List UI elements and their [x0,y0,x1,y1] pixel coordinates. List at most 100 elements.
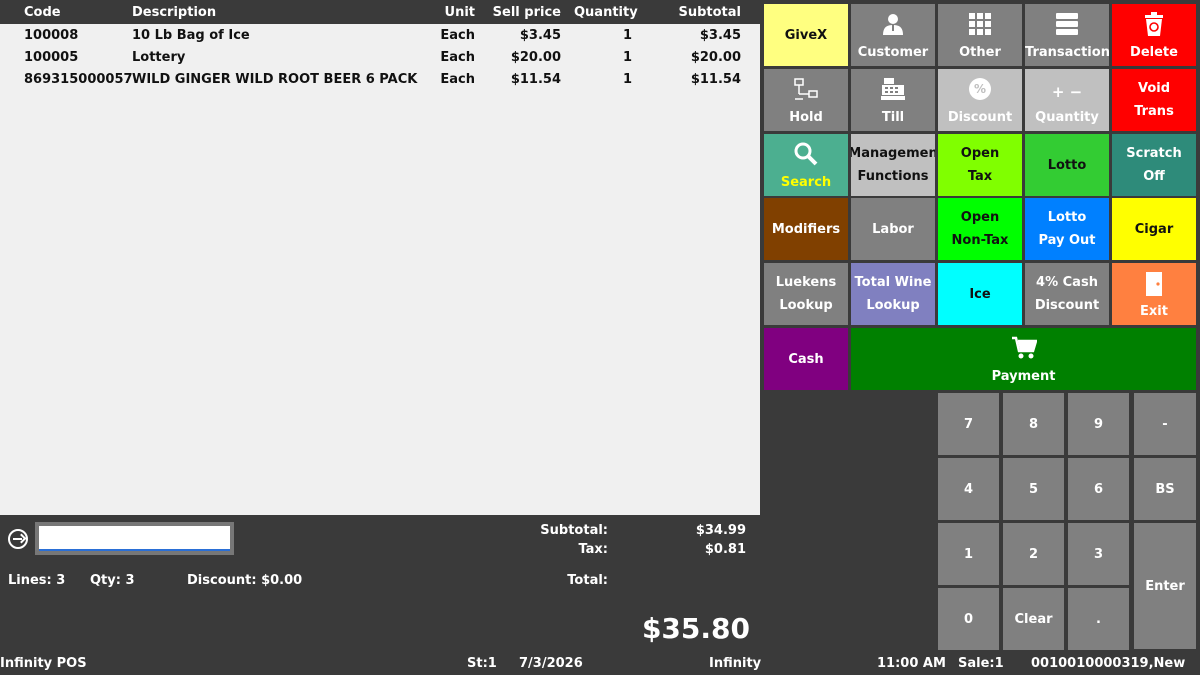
keypad-clear-button[interactable]: Clear [1003,588,1064,650]
item-grid[interactable]: 100008 10 Lb Bag of Ice Each $3.45 1 $3.… [0,24,760,515]
keypad-5-button[interactable]: 5 [1003,458,1064,520]
keypad-4-button[interactable]: 4 [938,458,999,520]
keypad-3-button[interactable]: 3 [1068,523,1129,585]
tax-value: $0.81 [704,542,746,557]
network-icon [764,77,848,101]
keypad-8-button[interactable]: 8 [1003,393,1064,455]
discount-button[interactable]: % Discount [938,69,1022,131]
svg-text:%: % [974,82,986,96]
column-header-code[interactable]: Code [24,5,61,20]
givex-label: GiveX [784,27,828,43]
payment-button[interactable]: Payment [851,328,1196,390]
table-row[interactable]: 100005 Lottery Each $20.00 1 $20.00 [0,47,760,69]
keypad-4-label: 4 [963,481,974,497]
lotto-payout-label-1: Lotto [1047,210,1087,225]
open-tax-button[interactable]: Open Tax [938,134,1022,196]
labor-button[interactable]: Labor [851,198,935,260]
keypad-backspace-button[interactable]: BS [1134,458,1196,520]
keypad-1-button[interactable]: 1 [938,523,999,585]
till-button[interactable]: Till [851,69,935,131]
keypad-enter-button[interactable]: Enter [1134,523,1196,649]
column-header-subtotal[interactable]: Subtotal [650,5,741,20]
void-trans-button[interactable]: Void Trans [1112,69,1196,131]
lotto-button[interactable]: Lotto [1025,134,1109,196]
keypad-0-label: 0 [963,611,974,627]
hold-label: Hold [789,110,823,125]
cash-discount-label-2: Discount [1034,298,1100,313]
column-header-sell-price[interactable]: Sell price [486,5,561,20]
table-row[interactable]: 100008 10 Lb Bag of Ice Each $3.45 1 $3.… [0,25,760,47]
total-wine-lookup-button[interactable]: Total Wine Lookup [851,263,935,325]
subtotal-value: $34.99 [695,523,746,538]
modifiers-label: Modifiers [771,221,841,237]
open-tax-label-2: Tax [967,169,993,184]
delete-button[interactable]: Delete [1112,4,1196,66]
qty-count: Qty: 3 [90,573,135,588]
table-row[interactable]: 869315000057 WILD GINGER WILD ROOT BEER … [0,69,760,91]
scan-input[interactable] [39,526,230,551]
keypad-7-button[interactable]: 7 [938,393,999,455]
arrow-right-circle-icon[interactable] [8,529,28,549]
management-functions-button[interactable]: Managemen Functions [851,134,935,196]
cash-discount-label-1: 4% Cash [1036,275,1098,290]
other-label: Other [959,45,1001,60]
cigar-label: Cigar [1134,221,1174,237]
cell-subtotal: $11.54 [690,72,741,87]
cell-unit: Each [440,28,475,43]
column-header-description[interactable]: Description [132,5,216,20]
cash-button[interactable]: Cash [764,328,848,390]
cell-unit: Each [440,50,475,65]
open-tax-label-1: Open [960,146,1000,161]
keypad-6-button[interactable]: 6 [1068,458,1129,520]
discount-total: Discount: $0.00 [187,573,303,588]
cell-quantity: 1 [622,72,632,87]
open-non-tax-button[interactable]: Open Non-Tax [938,198,1022,260]
till-label: Till [881,110,905,125]
cell-sell-price: $20.00 [510,50,561,65]
cigar-button[interactable]: Cigar [1112,198,1196,260]
exit-button[interactable]: Exit [1112,263,1196,325]
search-label: Search [780,175,832,190]
luekens-lookup-button[interactable]: Luekens Lookup [764,263,848,325]
other-button[interactable]: Other [938,4,1022,66]
keypad-3-label: 3 [1093,546,1104,562]
totalwine-label-1: Total Wine [854,275,932,290]
hold-button[interactable]: Hold [764,69,848,131]
column-header-unit[interactable]: Unit [420,5,475,20]
quantity-label: Quantity [1035,110,1099,125]
cash-discount-button[interactable]: 4% Cash Discount [1025,263,1109,325]
column-header-quantity[interactable]: Quantity [574,5,638,20]
lines-count: Lines: 3 [8,573,66,588]
keypad-1-label: 1 [963,546,974,562]
modifiers-button[interactable]: Modifiers [764,198,848,260]
exit-label: Exit [1140,304,1168,319]
delete-label: Delete [1130,45,1178,60]
subtotal-label: Subtotal: [540,523,608,538]
keypad-minus-button[interactable]: - [1134,393,1196,455]
ice-button[interactable]: Ice [938,263,1022,325]
totalwine-label-2: Lookup [866,298,920,313]
status-date: 7/3/2026 [519,656,583,671]
total-label: Total: [567,573,608,588]
keypad-2-label: 2 [1028,546,1039,562]
labor-label: Labor [872,221,914,237]
cell-code: 869315000057 [24,72,133,87]
scratch-off-button[interactable]: Scratch Off [1112,134,1196,196]
keypad-backspace-label: BS [1155,481,1175,497]
void-trans-label-1: Void [1137,81,1171,96]
lotto-pay-out-button[interactable]: Lotto Pay Out [1025,198,1109,260]
keypad-decimal-button[interactable]: . [1068,588,1129,650]
customer-button[interactable]: Customer [851,4,935,66]
keypad-0-button[interactable]: 0 [938,588,999,650]
management-label-2: Functions [857,169,929,184]
customer-label: Customer [857,45,929,60]
keypad-enter-label: Enter [1145,578,1185,594]
transaction-button[interactable]: Transaction [1025,4,1109,66]
givex-button[interactable]: GiveX [764,4,848,66]
search-button[interactable]: Search [764,134,848,196]
cell-description: WILD GINGER WILD ROOT BEER 6 PACK [132,72,418,87]
keypad-2-button[interactable]: 2 [1003,523,1064,585]
quantity-button[interactable]: + − Quantity [1025,69,1109,131]
keypad-9-button[interactable]: 9 [1068,393,1129,455]
order-pane: Code Description Unit Sell price Quantit… [0,0,760,652]
